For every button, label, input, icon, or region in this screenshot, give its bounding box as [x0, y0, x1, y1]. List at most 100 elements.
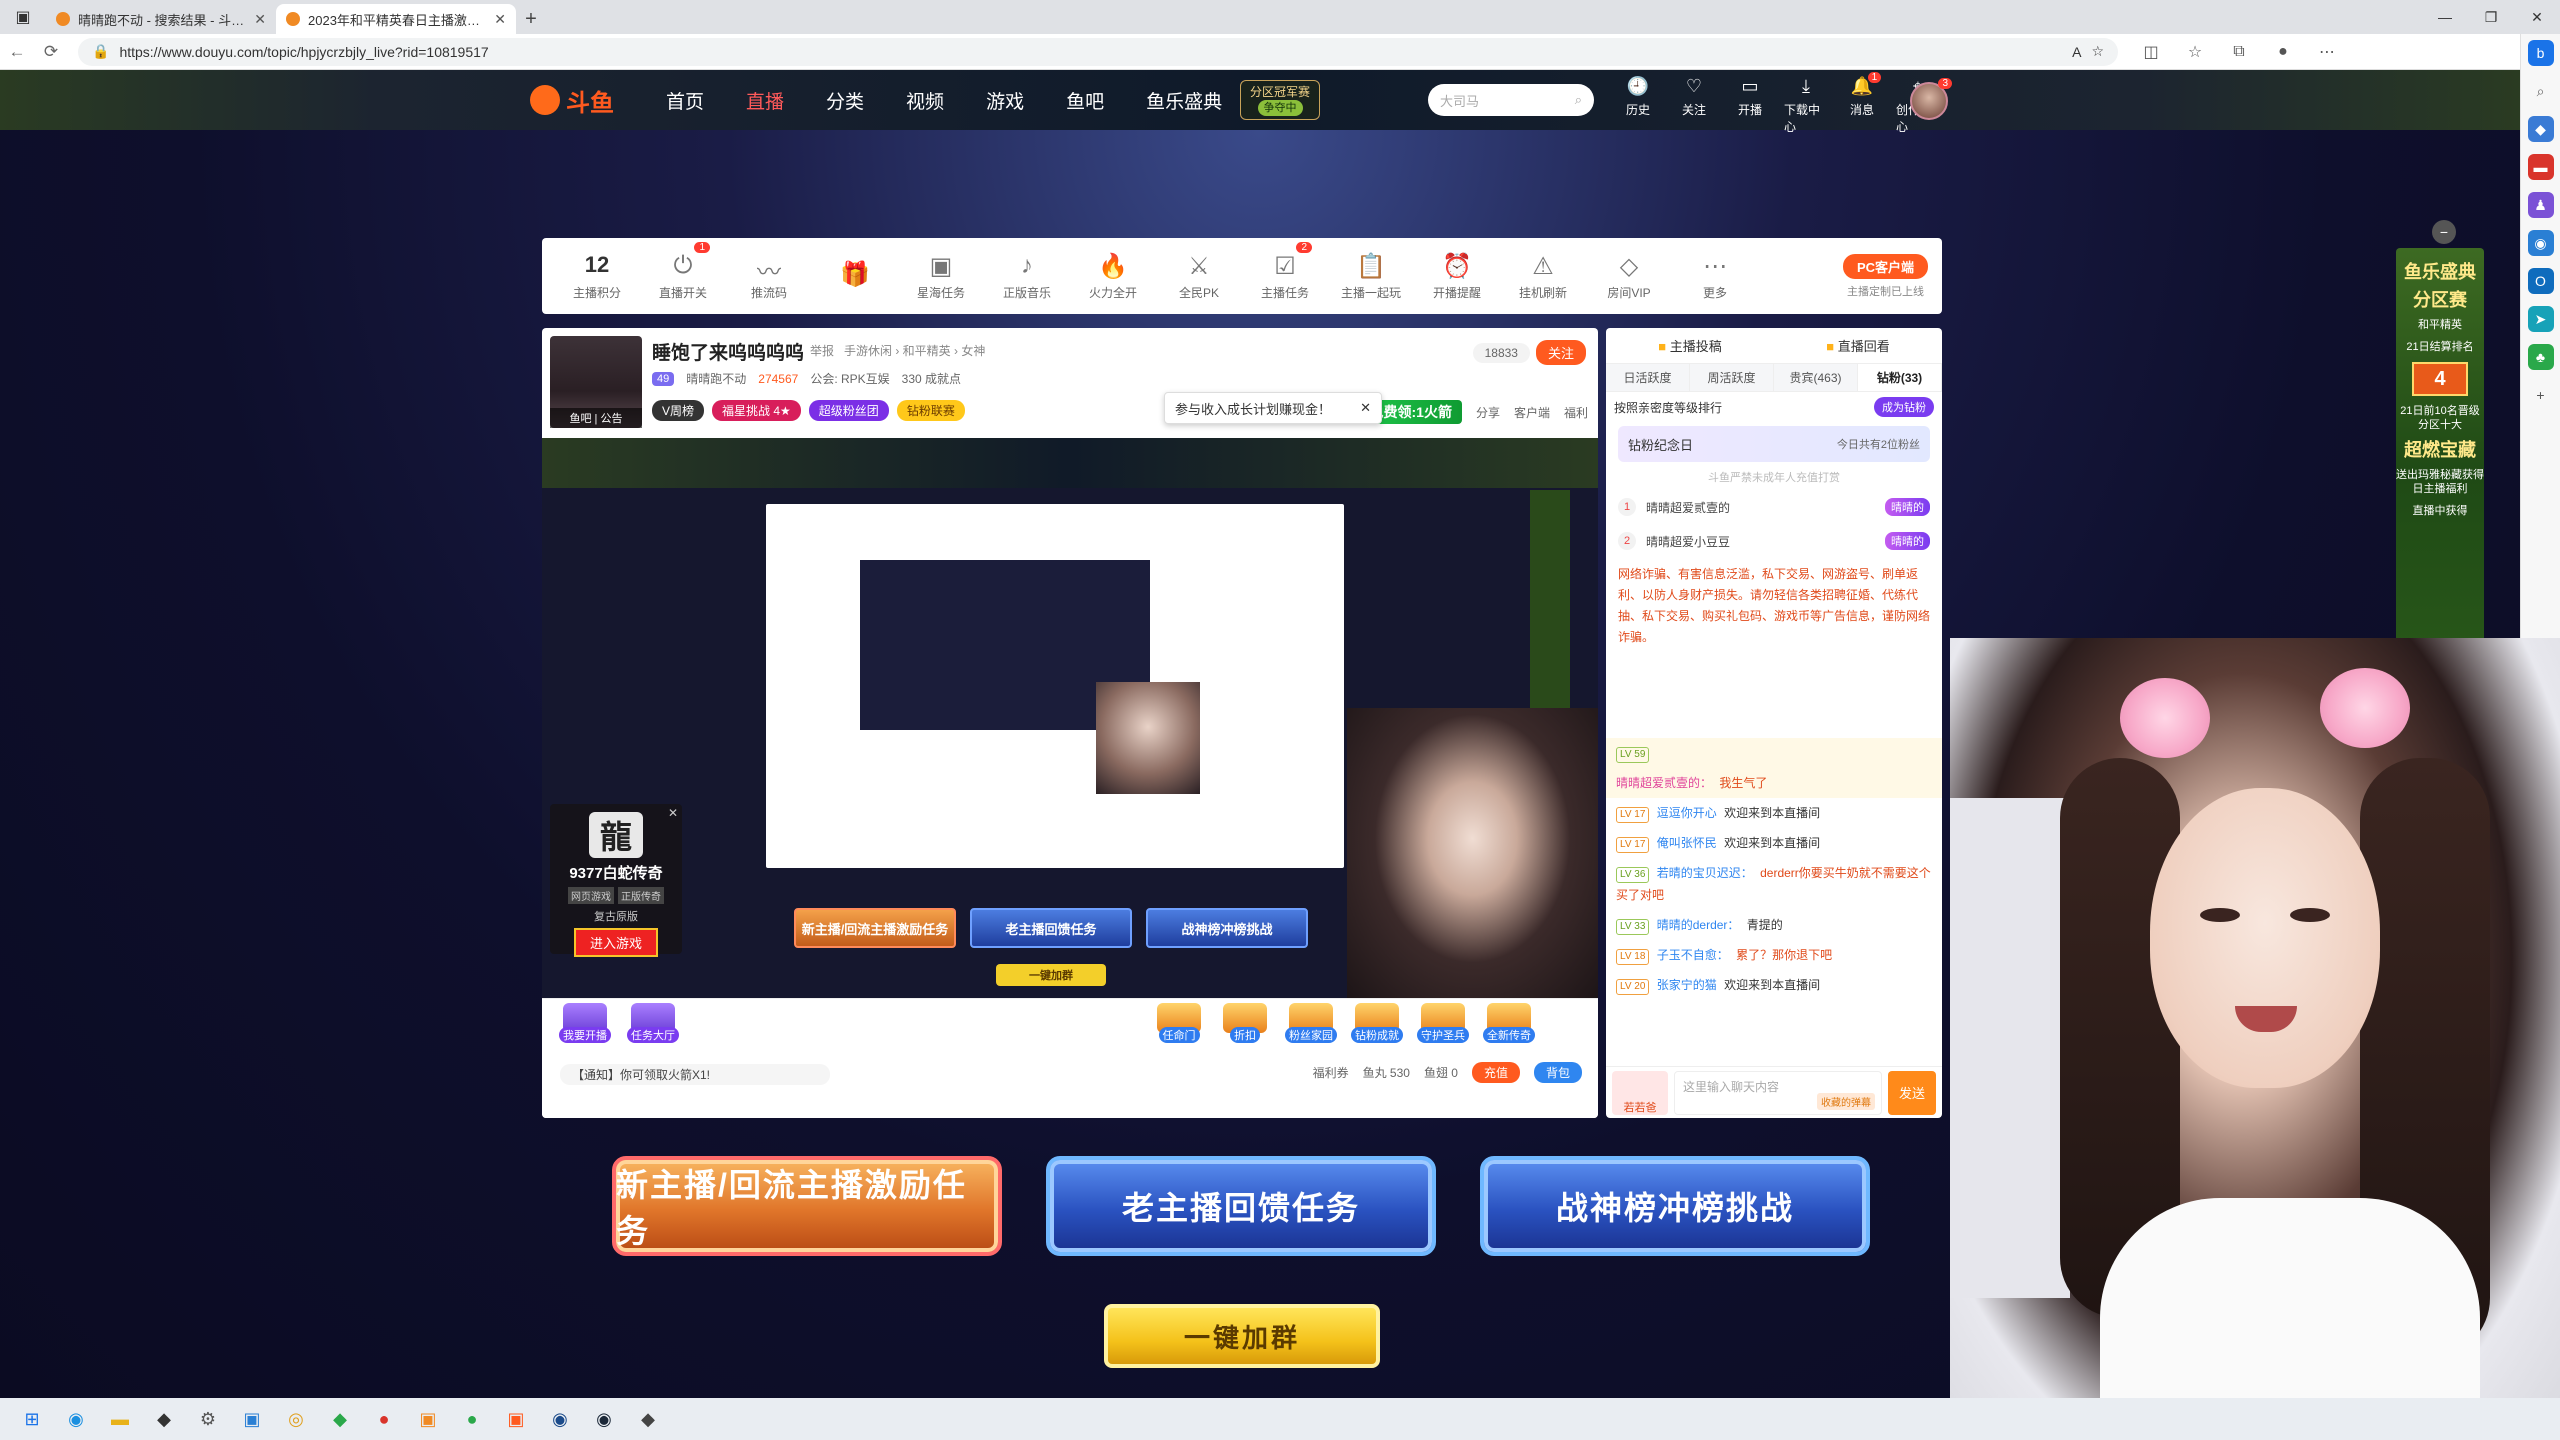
edge-icon[interactable]: ◉ — [58, 1402, 94, 1436]
app-icon[interactable]: ▣ — [234, 1402, 270, 1436]
app-icon[interactable]: ◎ — [278, 1402, 314, 1436]
app-icon[interactable]: ◉ — [542, 1402, 578, 1436]
nav-festival[interactable]: 鱼乐盛典 — [1146, 87, 1222, 114]
replay-button[interactable]: 直播回看 — [1826, 336, 1890, 355]
income-tip-popup[interactable]: 参与收入成长计划赚现金！ ✕ — [1164, 392, 1382, 424]
guild[interactable]: 公会: RPK互娱 — [810, 370, 889, 387]
close-window-button[interactable]: ✕ — [2514, 0, 2560, 34]
nav-games[interactable]: 游戏 — [986, 87, 1024, 114]
douyu-logo[interactable]: 斗鱼 — [530, 84, 614, 117]
send-icon[interactable]: ➤ — [2527, 306, 2554, 332]
close-tab-icon[interactable]: ✕ — [494, 11, 506, 28]
client-button[interactable]: 客户端 — [1514, 404, 1550, 421]
saved-bullets-button[interactable]: 收藏的弹幕 — [1817, 1092, 1875, 1110]
chat-user[interactable]: 子玉不自愈： — [1657, 948, 1729, 962]
follow-button[interactable]: 关注 — [1535, 340, 1586, 365]
gift-tool[interactable]: 🎁 — [814, 244, 896, 308]
chat-feed[interactable]: LV 59 晴晴超爱贰壹的： 我生气了 LV 17 逗逗你开心 欢迎来到本直播间… — [1606, 738, 1942, 1068]
super-fan-pill[interactable]: 超级粉丝团 — [808, 400, 889, 421]
star-task[interactable]: ▣ 星海任务 — [900, 244, 982, 308]
app-icon[interactable]: ▣ — [410, 1402, 446, 1436]
start-stream-button[interactable]: ▭ 开播 — [1728, 76, 1772, 135]
tab-search-results[interactable]: 晴晴跑不动 - 搜索结果 - 斗鱼直播 ✕ — [46, 4, 276, 34]
refresh-icon[interactable]: ⟳ — [34, 35, 68, 69]
diamond-banner[interactable]: 钻粉纪念日 今日共有2位粉丝 — [1618, 426, 1930, 462]
anchor-score[interactable]: 12 主播积分 — [556, 244, 638, 308]
wechat-icon[interactable]: ● — [454, 1402, 490, 1436]
chat-user[interactable]: 晴晴超爱贰壹的： — [1616, 776, 1712, 790]
gift-item[interactable]: 折扣 — [1216, 1003, 1274, 1043]
app-icon[interactable]: ● — [366, 1402, 402, 1436]
steam-icon[interactable]: ◉ — [586, 1402, 622, 1436]
tab-vip[interactable]: 贵宾(463) — [1774, 364, 1858, 391]
room-category[interactable]: 手游休闲 › 和平精英 › 女神 — [844, 342, 985, 359]
gift-item[interactable]: 粉丝家园 — [1282, 1003, 1340, 1043]
welfare-button[interactable]: 福利 — [1564, 404, 1588, 421]
join-group-button[interactable]: 一键加群 — [1104, 1304, 1380, 1368]
chat-user[interactable]: 俺叫张怀民 — [1657, 836, 1717, 850]
collections-icon[interactable]: ⧉ — [2220, 37, 2258, 67]
tab-activity[interactable]: 2023年和平精英春日主播激励活动 ✕ — [276, 4, 516, 34]
profile-icon[interactable]: ● — [2264, 37, 2302, 67]
game-ad[interactable]: ✕ 龍 9377白蛇传奇 网页游戏 正版传奇 复古原版 进入游戏 — [550, 804, 682, 957]
close-icon[interactable]: − — [2432, 220, 2456, 244]
all-pk[interactable]: ⚔ 全民PK — [1158, 244, 1240, 308]
back-icon[interactable]: ← — [0, 35, 34, 69]
weekly-rank-pill[interactable]: V周榜 — [652, 400, 705, 421]
anchor-submit-button[interactable]: 主播投稿 — [1658, 336, 1722, 355]
more-tools[interactable]: ⋯ 更多 — [1674, 244, 1756, 308]
video-player[interactable]: 新主播/回流主播激励任务 老主播回馈任务 战神榜冲榜挑战 一键加群 ✕ 龍 93… — [542, 438, 1598, 998]
send-button[interactable]: 发送 — [1888, 1070, 1936, 1115]
gift-item[interactable]: 全新传奇 — [1480, 1003, 1538, 1043]
share-button[interactable]: 分享 — [1476, 404, 1500, 421]
search-input[interactable]: 大司马 ⌕ — [1428, 84, 1594, 116]
follow-list-button[interactable]: ♡ 关注 — [1672, 76, 1716, 135]
rank-row[interactable]: 1 晴晴超爱贰壹的 晴晴的 — [1606, 490, 1942, 524]
url-field[interactable]: 🔒 https://www.douyu.com/topic/hpjycrzbjl… — [78, 37, 2118, 66]
chat-user[interactable]: 若晴的宝贝迟迟： — [1657, 866, 1753, 880]
app-icon[interactable]: ◆ — [146, 1402, 182, 1436]
lucky-star-pill[interactable]: 福星挑战 4★ — [712, 400, 801, 421]
nav-yuba[interactable]: 鱼吧 — [1066, 87, 1104, 114]
user-avatar[interactable]: 3 — [1910, 78, 1952, 120]
room-vip[interactable]: ◇ 房间VIP — [1588, 244, 1670, 308]
read-aloud-icon[interactable]: A — [2072, 44, 2081, 60]
copilot-icon[interactable]: b — [2527, 40, 2554, 66]
settings-icon[interactable]: ⚙ — [190, 1402, 226, 1436]
stream-key[interactable]: 〰 推流码 — [728, 244, 810, 308]
minimize-button[interactable]: — — [2422, 0, 2468, 34]
streamer-avatar[interactable]: 鱼吧 | 公告 — [550, 336, 642, 428]
history-button[interactable]: 🕘 历史 — [1616, 76, 1660, 135]
tab-actions-icon[interactable]: ▣ — [0, 0, 46, 34]
gift-item[interactable]: 守护圣兵 — [1414, 1003, 1472, 1043]
avatar-label[interactable]: 鱼吧 | 公告 — [550, 408, 642, 428]
nav-category[interactable]: 分类 — [826, 87, 864, 114]
split-screen-icon[interactable]: ◫ — [2132, 37, 2170, 67]
charge-button[interactable]: 充值 — [1471, 1062, 1520, 1083]
close-icon[interactable]: ✕ — [668, 806, 678, 820]
file-explorer-icon[interactable]: ▬ — [102, 1402, 138, 1436]
tree-icon[interactable]: ♣ — [2527, 344, 2554, 370]
achievements[interactable]: 330 成就点 — [902, 370, 961, 387]
office-icon[interactable]: ◉ — [2527, 230, 2554, 256]
add-icon[interactable]: + — [2528, 382, 2554, 408]
nav-video[interactable]: 视频 — [906, 87, 944, 114]
chat-user[interactable]: 张家宁的猫 — [1657, 978, 1717, 992]
tools-icon[interactable]: ▬ — [2527, 154, 2554, 180]
report-link[interactable]: 举报 — [810, 342, 834, 359]
chat-input[interactable]: 这里输入聊天内容 收藏的弹幕 — [1674, 1070, 1882, 1115]
fan-badge-avatar[interactable]: 若若爸 — [1612, 1070, 1668, 1115]
app-icon[interactable]: ◆ — [322, 1402, 358, 1436]
task-hall-gift[interactable]: 任务大厅 — [624, 1003, 682, 1043]
new-anchor-task-button[interactable]: 新主播/回流主播激励任务 — [612, 1156, 1002, 1256]
enter-game-button[interactable]: 进入游戏 — [573, 928, 658, 957]
gift-item[interactable]: 钻粉成就 — [1348, 1003, 1406, 1043]
favorite-star-icon[interactable]: ☆ — [2091, 43, 2104, 60]
stream-switch[interactable]: ⏻ 1 直播开关 — [642, 242, 724, 308]
tab-diamond-fans[interactable]: 钻粉(33) — [1858, 364, 1942, 391]
stream-reminder[interactable]: ⏰ 开播提醒 — [1416, 244, 1498, 308]
anchor-task[interactable]: ☑ 2 主播任务 — [1244, 242, 1326, 308]
shopping-icon[interactable]: ◆ — [2527, 116, 2554, 142]
war-god-challenge-button[interactable]: 战神榜冲榜挑战 — [1480, 1156, 1870, 1256]
notice-text[interactable]: 【通知】你可领取火箭X1! — [560, 1064, 830, 1085]
